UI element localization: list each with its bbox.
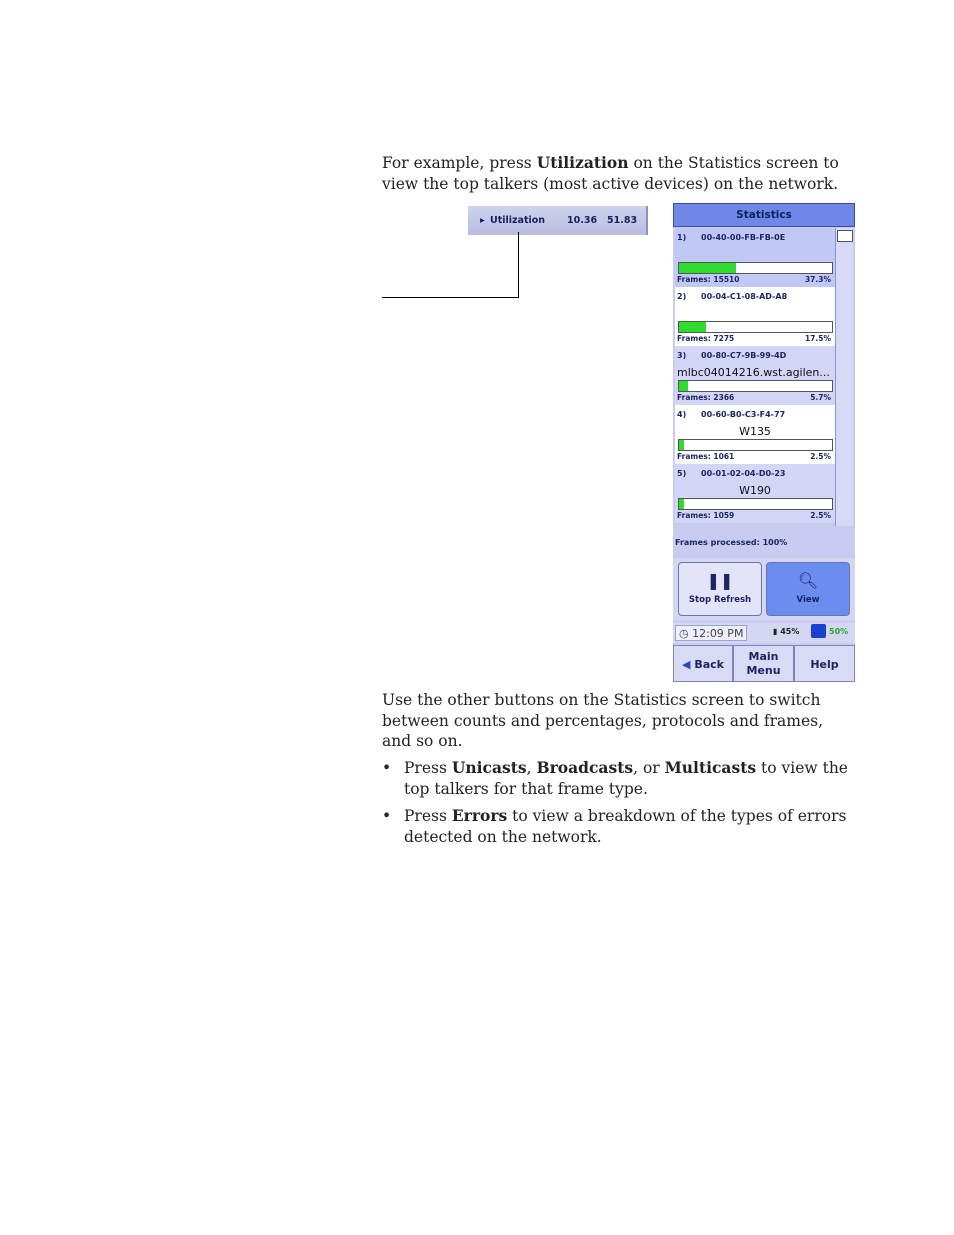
status-bar: ◷ 12:09 PM ▮ 45% 50% bbox=[673, 623, 855, 643]
clock-icon: ◷ bbox=[679, 627, 689, 640]
stop-refresh-button[interactable]: ❚❚ Stop Refresh bbox=[678, 562, 762, 616]
list-item[interactable]: 5) 00-01-02-04-D0-23 W190 Frames: 1059 2… bbox=[675, 464, 835, 523]
back-label: Back bbox=[694, 658, 724, 671]
entry-frames: Frames: 1061 bbox=[677, 452, 735, 461]
scrollbar-thumb[interactable] bbox=[837, 230, 853, 242]
bullet-1-unicasts: Unicasts bbox=[451, 758, 527, 777]
entry-percent: 17.5% bbox=[804, 334, 831, 343]
clock: ◷ 12:09 PM bbox=[675, 625, 747, 641]
callout-label: Utilization bbox=[490, 215, 546, 226]
entry-percent: 5.7% bbox=[810, 393, 831, 402]
main-menu-label-2: Menu bbox=[746, 664, 781, 677]
bullet-2-press: Press bbox=[404, 807, 452, 825]
bullet-dot: • bbox=[382, 759, 392, 777]
statistics-screen: Statistics 1) 00-40-00-FB-FB-0E Frames: … bbox=[673, 203, 855, 682]
entry-percent: 37.3% bbox=[804, 275, 831, 284]
view-button[interactable]: 🔍︎ View bbox=[766, 562, 850, 616]
pause-icon: ❚❚ bbox=[706, 571, 734, 590]
entry-frames: Frames: 2366 bbox=[677, 393, 735, 402]
main-menu-button[interactable]: Main Menu bbox=[733, 645, 794, 682]
list-item[interactable]: 4) 00-60-B0-C3-F4-77 W135 Frames: 1061 2… bbox=[675, 405, 835, 464]
entry-frames: Frames: 7275 bbox=[677, 334, 735, 343]
entry-bar-fill bbox=[679, 263, 737, 273]
entry-bar bbox=[678, 439, 833, 451]
bullet-text: Press Unicasts, Broadcasts, or Multicast… bbox=[404, 758, 854, 799]
battery-percent: 45% bbox=[780, 627, 800, 636]
entry-mac: 00-04-C1-08-AD-A8 bbox=[701, 292, 788, 301]
entry-number: 3) bbox=[677, 351, 687, 360]
entry-host: mlbc04014216.wst.agilen... bbox=[677, 366, 830, 379]
list-scrollbar[interactable] bbox=[835, 228, 853, 526]
bullet-text: Press Errors to view a breakdown of the … bbox=[404, 806, 854, 847]
back-button[interactable]: ◀ Back bbox=[673, 645, 733, 682]
bullet-1-multicasts: Multicasts bbox=[664, 758, 757, 777]
entry-frames: Frames: 1059 bbox=[677, 511, 735, 520]
bullet-1-comma: , bbox=[526, 759, 537, 777]
list-item[interactable]: 1) 00-40-00-FB-FB-0E Frames: 15510 37.3% bbox=[675, 228, 835, 287]
battery-status: ▮ 45% bbox=[773, 627, 799, 636]
utilization-callout: ▸ Utilization 10.36 51.83 bbox=[468, 206, 648, 235]
entry-bar-fill bbox=[679, 499, 684, 509]
bottom-nav: ◀ Back Main Menu Help bbox=[673, 645, 855, 682]
entry-percent: 2.5% bbox=[810, 511, 831, 520]
entry-host: W135 bbox=[739, 425, 771, 438]
magnifier-icon: 🔍︎ bbox=[797, 571, 819, 590]
entry-percent: 2.5% bbox=[810, 452, 831, 461]
entry-number: 5) bbox=[677, 469, 687, 478]
disk-percent: 50% bbox=[829, 627, 849, 636]
entry-bar bbox=[678, 380, 833, 392]
intro-utilization-bold: Utilization bbox=[536, 153, 629, 172]
bullet-1-or: , or bbox=[633, 759, 665, 777]
entry-number: 2) bbox=[677, 292, 687, 301]
back-arrow-icon: ◀ bbox=[682, 658, 691, 671]
callout-leader-vertical bbox=[518, 232, 519, 298]
list-item[interactable]: 3) 00-80-C7-9B-99-4D mlbc04014216.wst.ag… bbox=[675, 346, 835, 405]
entry-mac: 00-60-B0-C3-F4-77 bbox=[701, 410, 786, 419]
intro-paragraph: For example, press Utilization on the St… bbox=[382, 153, 857, 194]
disk-icon bbox=[811, 624, 826, 638]
help-button[interactable]: Help bbox=[794, 645, 855, 682]
callout-arrow-icon: ▸ bbox=[480, 215, 485, 226]
entry-number: 1) bbox=[677, 233, 687, 242]
entry-bar bbox=[678, 321, 833, 333]
entry-bar-fill bbox=[679, 381, 688, 391]
entry-bar bbox=[678, 262, 833, 274]
battery-icon: ▮ bbox=[773, 627, 778, 636]
bullet-1-broadcasts: Broadcasts bbox=[536, 758, 634, 777]
help-label: Help bbox=[810, 658, 839, 671]
buttons-paragraph: Use the other buttons on the Statistics … bbox=[382, 691, 824, 750]
entry-number: 4) bbox=[677, 410, 687, 419]
entry-bar-fill bbox=[679, 440, 684, 450]
view-label: View bbox=[796, 595, 820, 605]
action-buttons: ❚❚ Stop Refresh 🔍︎ View bbox=[673, 558, 855, 620]
stop-refresh-label: Stop Refresh bbox=[688, 595, 752, 605]
entry-mac: 00-80-C7-9B-99-4D bbox=[701, 351, 787, 360]
bullet-2-errors: Errors bbox=[451, 806, 508, 825]
entry-host: W190 bbox=[739, 484, 771, 497]
list-item[interactable]: 2) 00-04-C1-08-AD-A8 Frames: 7275 17.5% bbox=[675, 287, 835, 346]
entry-mac: 00-01-02-04-D0-23 bbox=[701, 469, 786, 478]
bullet-1-press: Press bbox=[404, 759, 452, 777]
top-talkers-list: 1) 00-40-00-FB-FB-0E Frames: 15510 37.3%… bbox=[675, 228, 835, 526]
callout-value-1: 10.36 bbox=[567, 215, 598, 226]
entry-bar-fill bbox=[679, 322, 706, 332]
clock-time: 12:09 PM bbox=[692, 627, 744, 640]
frames-processed: Frames processed: 100% bbox=[675, 538, 788, 547]
entry-mac: 00-40-00-FB-FB-0E bbox=[701, 233, 786, 242]
entry-frames: Frames: 15510 bbox=[677, 275, 740, 284]
screen-title: Statistics bbox=[673, 203, 855, 227]
main-menu-label-1: Main bbox=[748, 650, 779, 663]
bullet-dot: • bbox=[382, 807, 392, 825]
callout-leader-horizontal bbox=[382, 297, 519, 298]
intro-text-1: For example, press bbox=[382, 154, 537, 172]
callout-value-2: 51.83 bbox=[607, 215, 638, 226]
entry-bar bbox=[678, 498, 833, 510]
